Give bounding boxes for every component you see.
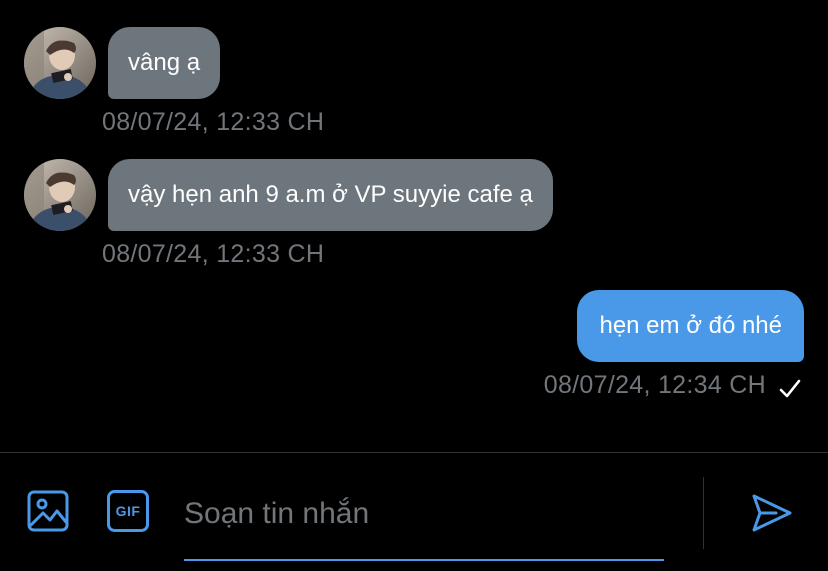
conversation-thread: vâng ạ 08/07/24, 12:33 CH vậy hẹn anh 9 … (0, 0, 828, 452)
message-text: vâng ạ (128, 49, 201, 76)
avatar-photo (24, 27, 96, 99)
composer-divider (703, 477, 704, 549)
message-bubble-incoming[interactable]: vậy hẹn anh 9 a.m ở VP suyyie cafe ạ (108, 159, 553, 231)
message-composer: GIF (0, 452, 828, 571)
send-icon (752, 494, 792, 532)
image-icon (27, 490, 69, 532)
add-media-button[interactable] (26, 489, 70, 533)
message-input[interactable] (184, 483, 664, 545)
message-timestamp: 08/07/24, 12:34 CH (543, 371, 766, 399)
message-text: hẹn em ở đó nhé (599, 312, 782, 339)
avatar[interactable] (24, 27, 96, 99)
avatar[interactable] (24, 159, 96, 231)
message-timestamp: 08/07/24, 12:33 CH (102, 240, 325, 268)
sent-check-icon (779, 379, 801, 398)
gif-label: GIF (115, 503, 141, 519)
message-timestamp: 08/07/24, 12:33 CH (102, 108, 325, 136)
message-input-container (184, 481, 664, 561)
message-bubble-outgoing[interactable]: hẹn em ở đó nhé (577, 290, 804, 362)
gif-button[interactable]: GIF (106, 489, 150, 533)
avatar-photo (24, 159, 96, 231)
message-text: vậy hẹn anh 9 a.m ở VP suyyie cafe ạ (128, 181, 533, 208)
send-button[interactable] (750, 491, 794, 535)
message-bubble-incoming[interactable]: vâng ạ (108, 27, 221, 99)
